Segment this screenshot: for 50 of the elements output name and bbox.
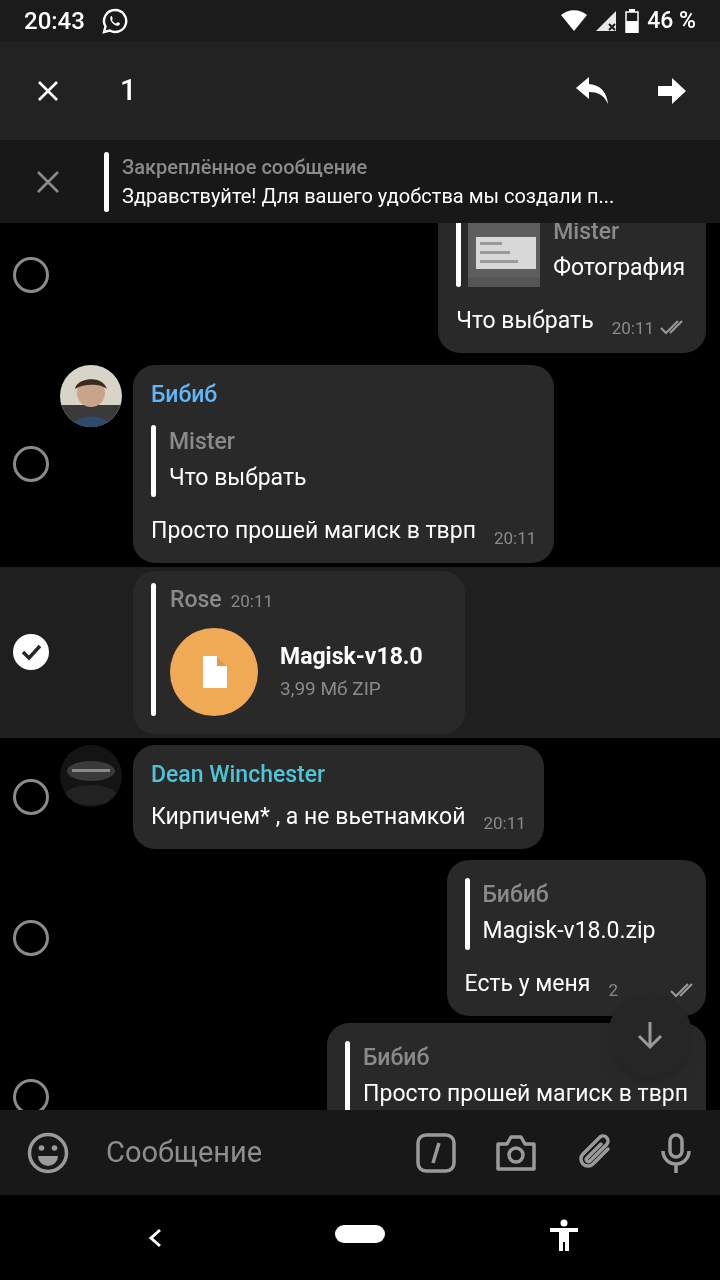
arrow-down-icon [635, 1020, 665, 1050]
reply-sender: Бибиб [482, 879, 550, 910]
pinned-text: Здравствуйте! Для вашего удобства мы создали п... [122, 182, 615, 210]
reply-icon [575, 76, 609, 106]
document-icon [201, 655, 227, 688]
message-time: 20:11 [611, 316, 654, 340]
quote-bar [104, 151, 109, 212]
quote-bar [456, 223, 462, 287]
selected-count: 1 [120, 72, 137, 110]
reply-text: Magisk-v18.0.zip [482, 915, 656, 946]
reply-sender: Бибиб [363, 1042, 431, 1073]
message-time: 20:11 [493, 526, 537, 550]
message-time: 20:11 [230, 590, 274, 613]
reply-text: Просто прошей магиск в тврп [363, 1078, 688, 1109]
close-icon [37, 80, 59, 102]
home-button[interactable] [335, 1225, 385, 1243]
sender-name: Бибиб [151, 380, 219, 410]
battery-percent: 46 % [647, 5, 696, 36]
message-time: 2 [608, 979, 618, 1002]
reply-sender: Mister [169, 427, 236, 457]
reply-text: Фотография [553, 253, 686, 283]
message-time: 20:11 [483, 812, 526, 835]
signal-icon [595, 10, 618, 32]
sender-name: Dean Winchester [151, 759, 327, 790]
chat-app-icon [100, 7, 129, 35]
message-text: Что выбрать [456, 306, 594, 336]
pinned-title: Закреплённое сообщение [122, 153, 369, 181]
slash-icon [416, 1132, 456, 1173]
camera-icon [495, 1133, 537, 1172]
wifi-icon [561, 10, 588, 32]
sender-name: Rose [170, 585, 222, 615]
reply-text: Что выбрать [169, 463, 307, 493]
smiley-icon [27, 1131, 69, 1174]
reply-sender: Mister [553, 223, 621, 247]
message-text: Просто прошей магиск в тврп [151, 516, 476, 546]
accessibility-icon[interactable] [548, 1219, 580, 1251]
battery-icon [625, 9, 640, 33]
message-text: Кирпичем* , а не вьетнамкой [151, 801, 466, 832]
message-text: Есть у меня [464, 968, 591, 999]
pinned-message-bar[interactable]: Закреплённое сообщение Здравствуйте! Для вашего удобства мы создали п... [0, 140, 720, 223]
file-name: Magisk-v18.0 [280, 641, 423, 672]
close-icon [36, 169, 60, 194]
back-nav-icon[interactable] [148, 1228, 162, 1248]
quote-bar [345, 1040, 351, 1110]
microphone-icon [660, 1132, 692, 1173]
clock-time: 20:43 [24, 6, 85, 37]
file-size: 3,99 Мб ZIP [280, 675, 382, 702]
selection-circle[interactable] [13, 634, 49, 671]
quote-bar [151, 425, 156, 497]
arrow-right-icon [657, 77, 687, 105]
